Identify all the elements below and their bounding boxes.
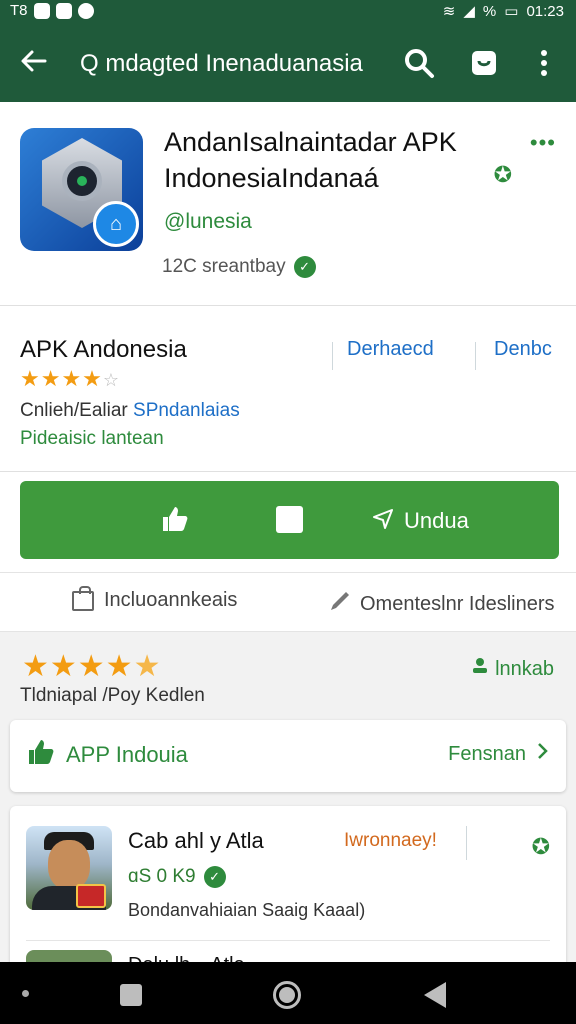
divider	[475, 342, 476, 370]
store-tag-icon	[76, 884, 106, 908]
shopping-bag-icon	[72, 585, 94, 611]
top-app-bar: Q mdagted Inenaduanasia	[0, 24, 576, 102]
large-star-half: ★	[133, 650, 162, 683]
more-options-icon[interactable]: •••	[530, 130, 556, 156]
secondary-link[interactable]: Denbc	[494, 338, 552, 361]
install-button[interactable]: Undua	[20, 481, 559, 559]
app-category-label: APP Indouia	[66, 742, 188, 767]
status-left-text: T8	[10, 2, 28, 19]
info-meta: Cnlieh/Ealiar SPndanlaias	[20, 400, 240, 422]
install-label: Undua	[404, 508, 469, 533]
info-meta-link[interactable]: SPndanlaias	[133, 400, 240, 421]
person-icon	[471, 657, 489, 681]
app-category-card[interactable]: APP Indouia Fensnan	[10, 720, 566, 792]
app-icon-lens	[62, 161, 102, 201]
app-category-more: Fensnan	[448, 742, 526, 765]
info-title: APK Andonesia	[20, 336, 187, 363]
share-icon[interactable]: ✪	[532, 834, 550, 860]
include-link[interactable]: Incluoannkeais	[72, 585, 238, 612]
app-size-text: 12C sreantbay	[162, 256, 286, 277]
listing-size: ɑS 0 K9	[128, 866, 196, 887]
nav-back-button[interactable]	[424, 982, 446, 1008]
app-category-left: APP Indouia	[26, 738, 188, 772]
large-rating-stars: ★★★★★	[22, 649, 161, 684]
app-header-card: ⌂ AndanIsalnaintadar APK IndonesiaIndana…	[0, 102, 576, 306]
listing-badge: Iwronnaey!	[344, 830, 437, 851]
listing-description: Bondanvahiaian Saaig Kaaal)	[128, 900, 366, 920]
chevron-right-icon	[536, 742, 548, 766]
notification-icon	[33, 2, 50, 19]
verified-icon: ✓	[203, 866, 226, 888]
notification-icon	[55, 2, 72, 19]
avatar-face	[48, 840, 90, 890]
app-developer-link[interactable]: @lunesia	[164, 210, 252, 234]
stop-square-icon	[276, 506, 303, 533]
status-left: T8	[10, 2, 94, 19]
secondary-actions-row: Incluoannkeais Omenteslnr Idesliners	[0, 572, 576, 632]
battery-icon: ▭	[504, 3, 519, 20]
status-bar: T8 ≋ ◢ % ▭ 01:23	[0, 0, 576, 24]
install-label-group: Undua	[372, 507, 469, 535]
more-vert-icon[interactable]	[527, 46, 561, 80]
comments-link-label: Omenteslnr Idesliners	[360, 592, 555, 615]
signal-icon: ◢	[463, 3, 475, 20]
thumbs-up-icon	[160, 505, 188, 540]
app-size-row: 12C sreantbay ✓	[162, 256, 316, 278]
large-stars-filled: ★★★★	[22, 650, 134, 683]
status-right: ≋ ◢ % ▭ 01:23	[442, 2, 564, 21]
app-info-card: APK Andonesia Derhaecd Denbc ★★★★☆ Cnlie…	[0, 306, 576, 472]
shop-badge-icon: ⌂	[93, 201, 139, 247]
info-meta-prefix: Cnlieh/Ealiar	[20, 400, 128, 421]
category-link[interactable]: Pideaisic lantean	[20, 428, 164, 450]
app-icon[interactable]: ⌂	[20, 128, 143, 251]
recents-button[interactable]	[120, 984, 142, 1006]
details-link[interactable]: Derhaecd	[347, 338, 434, 361]
comments-link[interactable]: Omenteslnr Idesliners	[328, 589, 555, 619]
thumbs-up-icon	[26, 738, 54, 772]
status-time: 01:23	[526, 2, 564, 20]
verified-icon: ✓	[293, 256, 316, 278]
include-link-label: Incluoannkeais	[104, 589, 238, 611]
divider	[332, 342, 333, 370]
share-icon[interactable]: ✪	[494, 162, 512, 188]
divider	[466, 826, 467, 860]
app-category-right: Fensnan	[448, 742, 548, 766]
listing-size-row: ɑS 0 K9 ✓	[128, 866, 226, 888]
send-icon	[372, 507, 394, 535]
search-icon[interactable]	[402, 46, 436, 80]
battery-percent: %	[482, 2, 497, 20]
tag-icon	[328, 589, 352, 619]
install-text-link[interactable]: lnnkab	[471, 657, 554, 681]
rating-stars: ★★★★☆	[20, 366, 120, 392]
install-app-icon[interactable]	[467, 46, 501, 80]
wifi-icon: ≋	[442, 3, 456, 20]
rating-subtitle: Tldniapal /Poy Kedlen	[20, 685, 205, 706]
home-button[interactable]	[273, 981, 301, 1009]
search-query-title[interactable]: Q mdagted Inenaduanasia	[80, 50, 363, 78]
avatar	[26, 826, 112, 910]
back-arrow-icon[interactable]	[18, 46, 52, 80]
stars-empty: ☆	[102, 370, 121, 390]
app-title: AndanIsalnaintadar APK IndonesiaIndanaá	[164, 127, 457, 193]
action-area: Undua	[0, 472, 576, 572]
install-text-link-label: lnnkab	[495, 657, 554, 680]
divider	[26, 940, 550, 941]
listing-name: Cab ahl y Atla	[128, 828, 264, 853]
listing-card[interactable]: Cab ahl y Atla Iwronnaey! ✪ ɑS 0 K9 ✓ Bo…	[10, 806, 566, 976]
rating-summary: ★★★★★ Tldniapal /Poy Kedlen lnnkab	[0, 633, 576, 717]
system-nav-bar	[0, 962, 576, 1024]
stars-filled: ★★★★	[20, 366, 103, 391]
notification-icon	[77, 2, 94, 19]
nav-dot-icon	[22, 990, 29, 997]
